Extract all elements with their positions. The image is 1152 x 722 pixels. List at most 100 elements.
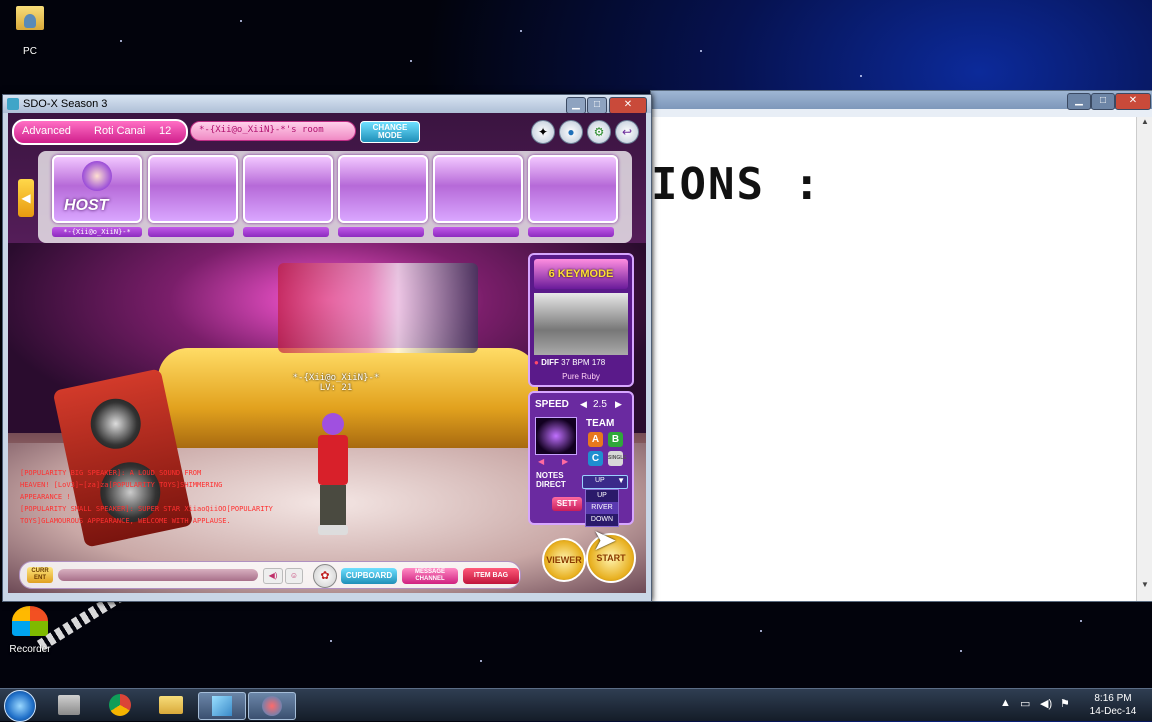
start-orb-icon[interactable] [4,690,36,722]
team-a-button[interactable]: A [588,432,603,447]
paw-icon[interactable]: ✿ [313,564,337,588]
folder-icon [159,696,183,714]
tray-network-icon[interactable]: ▭ [1020,697,1030,710]
notepad-icon [212,696,232,716]
recorder-app-icon [58,695,80,715]
notes-direct-label: NOTES DIRECT [536,471,566,489]
taskbar-clock[interactable]: 8:16 PM 14-Dec-14 [1082,692,1144,718]
notes-direction-dropdown: UP RIVER DOWN [585,489,619,527]
effect-next-icon[interactable]: ▶ [562,457,568,466]
tray-flag-icon[interactable]: ⚑ [1060,697,1070,710]
notes-direction-select[interactable]: UP ▼ [582,475,628,489]
slot-name-bar [433,227,519,237]
chat-line: HEAVEN! [LoV3]~[za]za[POPULARITY TOYS]SH… [20,481,223,489]
chat-line: [POPULARITY BIG SPEAKER]: A LOUD SOUND F… [20,469,202,477]
taskbar: ▲ ▭ ◀) ⚑ 8:16 PM 14-Dec-14 [0,688,1152,722]
song-stats: ● DIFF 37 BPM 178 [534,358,606,367]
room-name: *-{Xii@o_XiiN}-*'s room [199,125,324,135]
speed-value: 2.5 [593,399,607,410]
emoticon-icon[interactable]: ☺ [285,568,303,584]
server-label: Roti Canai [94,125,146,137]
song-name: Pure Ruby [562,372,600,381]
background-window[interactable]: ▁ □ ✕ IONS : ▲ ▼ [650,90,1152,602]
empty-slot[interactable] [433,155,523,223]
disc-icon: ● [534,358,539,367]
app-icon [7,98,19,110]
empty-slot[interactable] [528,155,618,223]
setting-button[interactable]: SETT [552,497,582,511]
speed-increase-icon[interactable]: ▶ [615,399,622,410]
team-c-button[interactable]: C [588,451,603,466]
slot-name-bar [148,227,234,237]
maximize-button[interactable]: □ [1091,93,1115,110]
window-titlebar[interactable]: SDO-X Season 3 ▁ □ ✕ [3,95,651,114]
window-titlebar[interactable]: ▁ □ ✕ [651,91,1152,110]
song-panel: 6 KEYMODE ● DIFF 37 BPM 178 Pure Ruby [528,253,634,387]
cupboard-button[interactable]: CUPBOARD [341,568,397,584]
desktop-icon-recorder[interactable]: Recorder [0,606,60,655]
document-text: IONS : [651,159,822,210]
recorder-icon [12,606,48,636]
text-area[interactable]: IONS : [651,117,1137,601]
taskbar-app-recorder[interactable] [46,692,92,718]
room-info-bar: Advanced Roti Canai 12 [12,119,188,145]
slot-name-bar [338,227,424,237]
taskbar-app-chrome[interactable] [97,692,143,718]
taskbar-app-explorer[interactable] [148,692,194,718]
player-character [308,413,358,583]
effect-prev-icon[interactable]: ◀ [538,457,544,466]
slot-host[interactable]: HOST [52,155,142,223]
player-slots-panel: HOST *-{Xii@o_XiiN}-* [38,151,632,243]
magic-wand-icon[interactable]: ✦ [531,120,555,144]
vertical-scrollbar[interactable]: ▲ ▼ [1136,117,1152,601]
tray-show-hidden-icon[interactable]: ▲ [1000,697,1011,709]
host-name-bar: *-{Xii@o_XiiN}-* [52,227,142,237]
empty-slot[interactable] [243,155,333,223]
slot-name-bar [243,227,329,237]
empty-slot[interactable] [148,155,238,223]
room-name-badge: *-{Xii@o_XiiN}-*'s room [190,121,356,141]
clock-time: 8:16 PM [1094,693,1132,704]
taskbar-app-game[interactable] [248,692,296,720]
minimize-button[interactable]: ▁ [566,97,586,114]
team-b-button[interactable]: B [608,432,623,447]
gear-icon[interactable]: ⚙ [587,120,611,144]
chrome-icon [109,694,131,716]
user-icon[interactable]: ● [559,120,583,144]
game-icon [262,696,282,716]
speed-decrease-icon[interactable]: ◀ [580,399,587,410]
scroll-down-icon[interactable]: ▼ [1137,580,1152,589]
chat-input[interactable] [58,569,258,581]
volume-icon[interactable]: ◀) [263,568,283,584]
close-button[interactable]: ✕ [1115,93,1151,110]
chat-line: [POPULARITY SMALL SPEAKER]: SUPER STAR X… [20,505,273,513]
clock-date: 14-Dec-14 [1089,706,1137,717]
effect-preview [535,417,577,455]
dropdown-option[interactable]: RIVER [586,502,618,514]
keymode-banner: 6 KEYMODE [534,259,628,289]
tray-volume-icon[interactable]: ◀) [1040,697,1052,710]
options-panel: SPEED ◀ 2.5 ▶ TEAM A B C SINGLE ◀ ▶ NOTE… [528,391,634,527]
item-bag-button[interactable]: ITEM BAG [463,568,519,584]
empty-slot[interactable] [338,155,428,223]
song-thumbnail[interactable] [534,293,628,355]
taskbar-app-notepad[interactable] [198,692,246,720]
game-window[interactable]: SDO-X Season 3 ▁ □ ✕ Advanced Roti Canai… [2,94,652,602]
dropdown-option[interactable]: UP [586,490,618,502]
back-arrow-icon[interactable]: ↩ [615,120,639,144]
folder-icon [16,6,44,30]
slots-left-arrow-icon[interactable]: ◀ [18,179,34,217]
maximize-button[interactable]: □ [587,97,607,114]
room-number: 12 [159,125,172,137]
team-single-button[interactable]: SINGLE [608,451,627,466]
game-scene[interactable]: Advanced Roti Canai 12 *-{Xii@o_XiiN}-*'… [8,113,646,593]
close-button[interactable]: ✕ [609,97,647,114]
mode-label: Advanced [22,125,71,137]
change-mode-button[interactable]: CHANGE MODE [360,121,420,143]
viewer-button[interactable]: VIEWER [542,538,586,582]
desktop-icon-pc[interactable]: PC [0,6,60,57]
minimize-button[interactable]: ▁ [1067,93,1091,110]
message-channel-button[interactable]: MESSAGE CHANNEL [402,568,458,584]
current-channel-button[interactable]: CURR ENT [27,567,53,583]
scroll-up-icon[interactable]: ▲ [1137,117,1152,126]
